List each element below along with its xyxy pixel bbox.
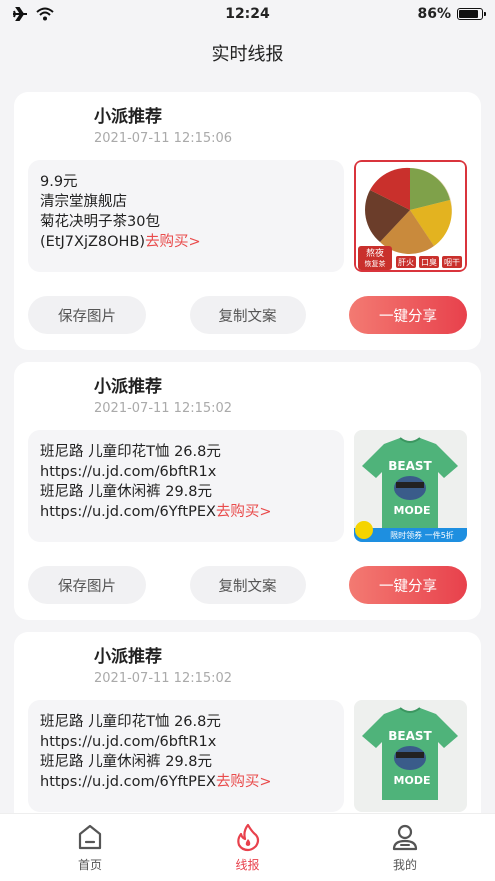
feed-list: 小派推荐 2021-07-11 12:15:06 9.9元 清宗堂旗舰店 菊花决… bbox=[14, 92, 481, 840]
copy-line: 班尼路 儿童休闲裤 29.8元 bbox=[40, 484, 213, 500]
card-author: 小派推荐 bbox=[94, 377, 162, 397]
share-button[interactable]: 一键分享 bbox=[349, 566, 467, 604]
card-time: 2021-07-11 12:15:02 bbox=[94, 671, 233, 686]
svg-text:熬夜: 熬夜 bbox=[366, 247, 384, 259]
status-bar: 12:24 86% bbox=[0, 0, 495, 28]
card-time: 2021-07-11 12:15:02 bbox=[94, 401, 233, 416]
svg-text:限时领券 一件5折: 限时领券 一件5折 bbox=[390, 530, 454, 540]
battery-percent: 86% bbox=[417, 6, 451, 22]
copy-text-button[interactable]: 复制文案 bbox=[189, 296, 306, 334]
copy-line: https://u.jd.com/6YftPEX去购买> bbox=[40, 504, 272, 520]
card-author: 小派推荐 bbox=[94, 107, 162, 127]
card-copy-text: 班尼路 儿童印花T恤 26.8元 https://u.jd.com/6bftR1… bbox=[28, 430, 344, 542]
wifi-icon bbox=[36, 7, 54, 21]
product-image[interactable]: BEAST MODE 限时领券 一件5折 bbox=[354, 430, 467, 542]
copy-line: (EtJ7XjZ8OHB)去购买> bbox=[40, 234, 201, 250]
card-time: 2021-07-11 12:15:06 bbox=[94, 131, 233, 146]
svg-text:口臭: 口臭 bbox=[421, 257, 437, 267]
home-icon bbox=[78, 824, 102, 850]
copy-line: 9.9元 bbox=[40, 174, 78, 190]
feed-card: 小派推荐 2021-07-11 12:15:06 9.9元 清宗堂旗舰店 菊花决… bbox=[14, 92, 481, 350]
tab-label: 我的 bbox=[392, 858, 417, 872]
copy-line: 清宗堂旗舰店 bbox=[40, 194, 127, 210]
feed-card: 小派推荐 2021-07-11 12:15:02 班尼路 儿童印花T恤 26.8… bbox=[14, 632, 481, 828]
user-icon bbox=[392, 824, 418, 851]
battery-icon bbox=[456, 8, 486, 20]
svg-text:BEAST: BEAST bbox=[388, 729, 432, 743]
copy-line: https://u.jd.com/6bftR1x bbox=[40, 464, 217, 480]
tab-profile[interactable]: 我的 bbox=[365, 814, 445, 881]
status-time: 12:24 bbox=[225, 6, 270, 22]
fire-icon bbox=[236, 823, 259, 852]
share-button[interactable]: 一键分享 bbox=[349, 296, 467, 334]
copy-line: https://u.jd.com/6YftPEX去购买> bbox=[40, 774, 272, 790]
tab-label: 首页 bbox=[77, 858, 102, 872]
buy-link[interactable]: 去购买> bbox=[216, 774, 272, 790]
copy-line: 班尼路 儿童休闲裤 29.8元 bbox=[40, 754, 213, 770]
svg-text:MODE: MODE bbox=[394, 774, 431, 787]
product-image[interactable]: BEAST MODE bbox=[354, 700, 467, 812]
card-copy-text: 9.9元 清宗堂旗舰店 菊花决明子茶30包 (EtJ7XjZ8OHB)去购买> bbox=[28, 160, 344, 272]
card-copy-text: 班尼路 儿童印花T恤 26.8元 https://u.jd.com/6bftR1… bbox=[28, 700, 344, 812]
tab-label: 线报 bbox=[235, 858, 260, 872]
card-author: 小派推荐 bbox=[94, 647, 162, 667]
copy-line: https://u.jd.com/6bftR1x bbox=[40, 734, 217, 750]
svg-text:恢复茶: 恢复茶 bbox=[365, 259, 386, 268]
svg-text:肝火: 肝火 bbox=[398, 258, 414, 267]
page-title: 实时线报 bbox=[211, 44, 284, 65]
product-image[interactable]: 熬夜 恢复茶 肝火 口臭 咽干 bbox=[354, 160, 467, 272]
buy-link[interactable]: 去购买> bbox=[216, 504, 272, 520]
airplane-icon bbox=[13, 7, 27, 21]
svg-text:咽干: 咽干 bbox=[444, 258, 460, 267]
svg-text:BEAST: BEAST bbox=[388, 459, 432, 473]
svg-text:MODE: MODE bbox=[394, 504, 431, 517]
feed-card: 小派推荐 2021-07-11 12:15:02 班尼路 儿童印花T恤 26.8… bbox=[14, 362, 481, 620]
tab-deals[interactable]: 线报 bbox=[208, 814, 288, 881]
save-image-button[interactable]: 保存图片 bbox=[28, 566, 146, 604]
tab-home[interactable]: 首页 bbox=[50, 814, 130, 881]
tab-bar: 首页 线报 我的 bbox=[0, 813, 495, 881]
copy-line: 班尼路 儿童印花T恤 26.8元 bbox=[40, 714, 221, 730]
copy-text-button[interactable]: 复制文案 bbox=[189, 566, 306, 604]
copy-line: 班尼路 儿童印花T恤 26.8元 bbox=[40, 444, 221, 460]
copy-line: 菊花决明子茶30包 bbox=[40, 214, 160, 230]
buy-link[interactable]: 去购买> bbox=[145, 234, 201, 250]
save-image-button[interactable]: 保存图片 bbox=[28, 296, 146, 334]
